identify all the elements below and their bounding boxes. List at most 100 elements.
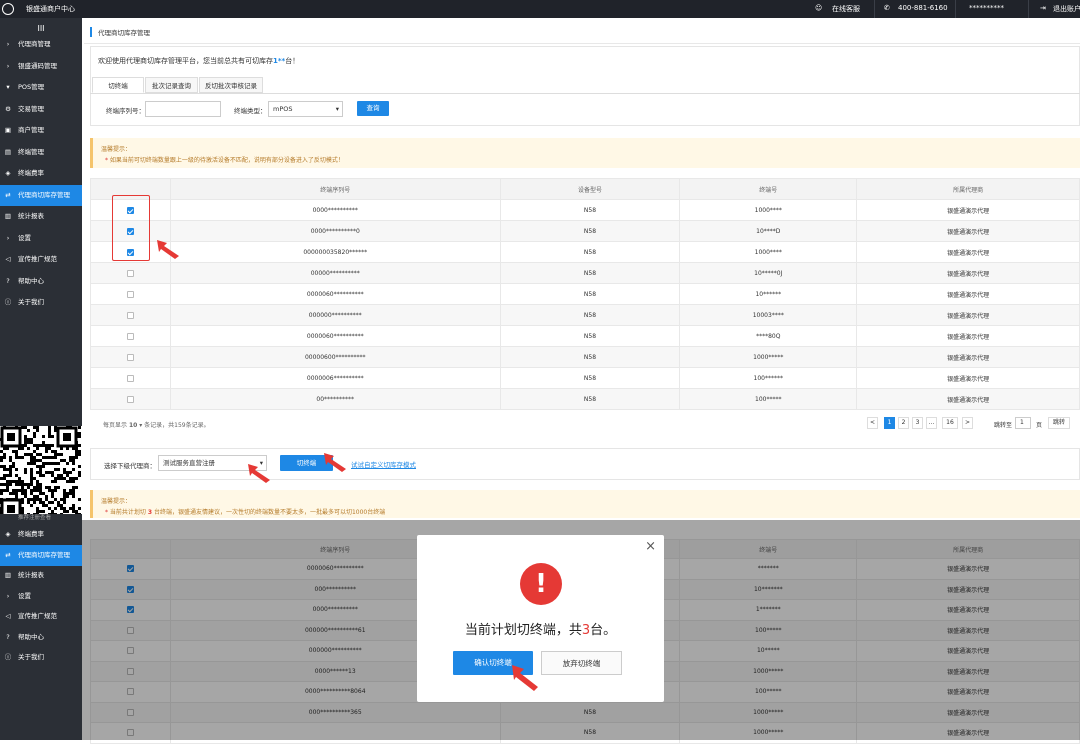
online-service-link[interactable]: 在线客服 [832,4,860,14]
annotation-box [112,195,150,261]
terminal-type-select[interactable]: mPOS ▾ [268,101,343,117]
table-row[interactable]: 00000600********** N58 1000***** 银盛通演示代理 [90,346,1080,368]
page-button[interactable]: > [962,417,973,429]
sidebar-item[interactable]: ▥ 统计报表 [0,565,82,586]
sidebar: III › 代理商管理 › 银盛通码管理 ▾ POS管理 ⚙ 交易管理 ▣ 商户管理 ▤ 终端管理 ◈ 终… [0,18,82,426]
cell-agent: 银盛通演示代理 [856,220,1080,242]
cell-serial: 00********** [169,388,501,410]
info-icon: ⓘ [4,653,12,661]
sidebar-item[interactable]: ◁ 宣传推广规范 [0,249,82,270]
table-row[interactable]: 000000********** N58 10003**** 银盛通演示代理 [90,304,1080,326]
tab-reverse-audit[interactable]: 反切批次审核记录 [199,77,263,93]
table-row[interactable]: 000000035820****** N58 1000**** 银盛通演示代理 [90,241,1080,263]
sidebar-item[interactable]: ▥ 统计报表 [0,206,82,227]
table-row[interactable]: 0000********** N58 1000**** 银盛通演示代理 [90,199,1080,221]
table-row[interactable]: 0000**********0 N58 10****D 银盛通演示代理 [90,220,1080,242]
table-row[interactable]: 0000006********** N58 100****** 银盛通演示代理 [90,367,1080,389]
sidebar-item[interactable]: ? 帮助中心 [0,627,82,648]
cell-model: N58 [499,304,681,326]
row-checkbox[interactable] [126,374,134,382]
row-checkbox[interactable] [126,332,134,340]
cancel-cut-button[interactable]: 放弃切终端 [541,651,622,675]
logout-icon[interactable]: ⇥ [1040,4,1046,12]
sidebar-item[interactable]: ? 帮助中心 [0,271,82,292]
row-checkbox[interactable] [126,353,134,361]
sidebar-item[interactable]: ⓘ 关于我们 [0,647,82,668]
sidebar-item[interactable]: ⇄ 代理商切库存管理 [0,544,82,566]
qr-code [0,426,82,520]
logout-link[interactable]: 退出账户 [1053,4,1080,14]
annotation-arrow-icon [512,665,538,691]
jump-page-input[interactable]: 1 [1015,417,1031,429]
table-row[interactable]: 0000060********** N58 ****80Q 银盛通演示代理 [90,325,1080,347]
cell-model: N58 [499,262,681,284]
sidebar-item[interactable]: ⓘ 关于我们 [0,292,82,313]
tab-cut-terminal[interactable]: 切终端 [92,77,144,93]
jump-label: 跳转至 [994,422,1013,429]
top-bar: 银盛通商户中心 ☺ 在线客服 ✆ 400-881-6160 **********… [0,0,1080,18]
table-row[interactable]: 00000********** N58 10*****0J 银盛通演示代理 [90,262,1080,284]
rate-icon: ◈ [5,530,11,538]
cell-agent: 银盛通演示代理 [856,367,1080,389]
page-button[interactable]: 16 [942,417,958,429]
sidebar-item-label: 宣传推广规范 [18,255,57,263]
jump-button[interactable]: 跳转 [1048,417,1070,429]
close-icon[interactable]: × [645,539,656,554]
sidebar-item[interactable]: › 代理商管理 [0,34,82,55]
cell-serial: 0000006********** [169,367,501,389]
page-header: 代理商切库存管理 [84,18,1080,44]
account-name[interactable]: ********** [969,4,1004,12]
tab-batch-records[interactable]: 批次记录查询 [145,77,198,93]
sidebar-secondary: 推荐注册查看 ◈ 终端费率 ⇄ 代理商切库存管理 ▥ 统计报表 › 设置 ◁ 宣传推广规范? 帮助中… [0,514,82,740]
dialog-message: 当前计划切终端，共3台。 [464,623,617,638]
rate-icon: ◈ [5,169,11,177]
cell-terminal: 100***** [679,388,858,410]
sidebar-item-label: 宣传推广规范 [18,612,57,620]
sidebar-item-label: 帮助中心 [18,276,44,285]
page-button[interactable]: 1 [884,417,895,429]
sidebar-item[interactable]: › 银盛通码管理 [0,56,82,77]
column-header: 设备型号 [499,178,681,200]
sidebar-item[interactable]: ⇄ 代理商切库存管理 [0,184,82,206]
table-row[interactable]: 00********** N58 100***** 银盛通演示代理 [90,388,1080,410]
brand-logo [2,3,14,15]
cell-agent: 银盛通演示代理 [856,325,1080,347]
tip-title: 温馨提示： [101,498,132,505]
sidebar-item-label: 终端费率 [18,169,44,177]
sidebar-item[interactable]: ◈ 终端费率 [0,163,82,184]
serial-input[interactable] [145,101,221,117]
swap-icon: ⇄ [5,550,11,559]
row-checkbox[interactable] [126,395,134,403]
help-icon: ? [6,276,10,285]
custom-mode-link[interactable]: 试试自定义切库存模式 [351,459,416,469]
page-title: 代理商切库存管理 [98,29,150,37]
table-row[interactable]: 0000060********** N58 10****** 银盛通演示代理 [90,283,1080,305]
sidebar-item-label: 终端管理 [18,147,44,156]
arrow-right-icon: › [6,233,10,242]
sidebar-item[interactable]: ⚙ 交易管理 [0,99,82,120]
terminal-table: 终端序列号 设备型号 终端号 所属代理商 0000********** N58 1000**… [90,178,1080,410]
sidebar-item[interactable]: ▤ 终端管理 [0,142,82,163]
serial-label: 终端序列号： [106,107,145,115]
chat-icon[interactable]: ☺ [815,4,822,12]
sidebar-item[interactable]: ▾ POS管理 [0,77,82,98]
query-button[interactable]: 查询 [357,101,389,116]
cell-agent: 银盛通演示代理 [856,199,1080,221]
page-button[interactable]: < [867,417,878,429]
share-icon: ◁ [5,612,11,620]
cell-model: N58 [499,283,681,305]
sidebar-item[interactable]: ▣ 商户管理 [0,120,82,141]
agent-select-label: 选择下级代理商： [104,462,156,470]
row-checkbox[interactable] [126,290,134,298]
page-button[interactable]: 3 [912,417,923,429]
sidebar-item[interactable]: › 设置 [0,586,82,607]
page-button: ... [926,417,937,429]
row-checkbox[interactable] [126,269,134,277]
sidebar-item[interactable]: › 设置 [0,228,82,249]
page-button[interactable]: 2 [898,417,909,429]
sidebar-item[interactable]: ◁ 宣传推广规范 [0,606,82,627]
cell-agent: 银盛通演示代理 [856,262,1080,284]
column-header: 所属代理商 [856,178,1080,200]
row-checkbox[interactable] [126,311,134,319]
sidebar-item[interactable]: ◈ 终端费率 [0,524,82,545]
